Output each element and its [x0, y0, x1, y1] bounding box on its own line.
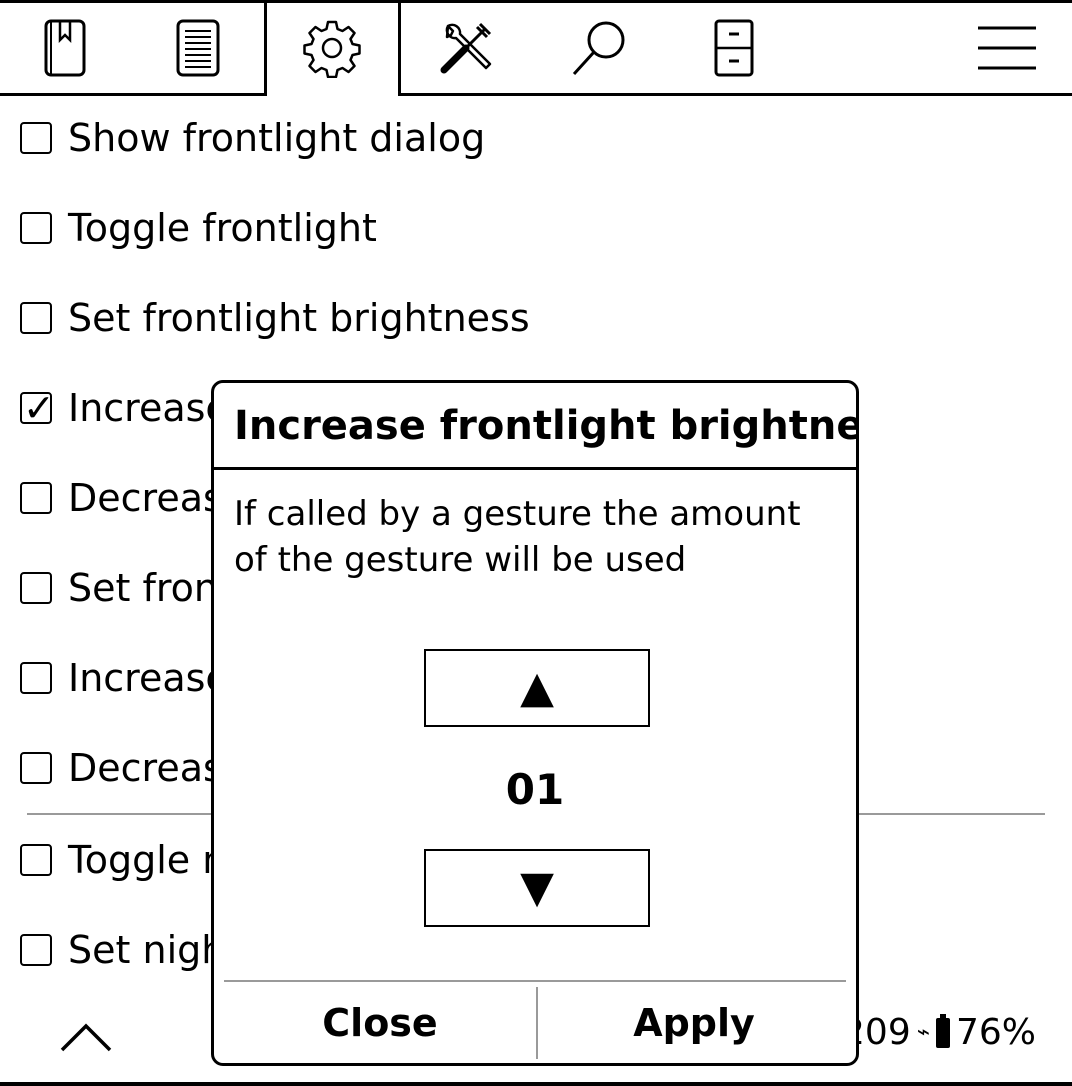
list-item-label: Increase — [68, 386, 229, 430]
list-item-label: Show frontlight dialog — [68, 116, 486, 160]
search-icon — [572, 21, 625, 76]
checkbox[interactable] — [20, 212, 52, 244]
checkbox[interactable] — [20, 482, 52, 514]
status-bar: 209 ⌁ 76% — [842, 1012, 1036, 1053]
menu-button[interactable] — [976, 18, 1038, 78]
list-item[interactable]: Set frontlight brightness — [20, 292, 1050, 344]
document-icon — [176, 19, 220, 77]
close-button[interactable]: Close — [224, 983, 536, 1063]
checkbox[interactable] — [20, 662, 52, 694]
triangle-down-icon: ▼ — [520, 862, 554, 913]
list-item[interactable]: Toggle frontlight — [20, 202, 1050, 254]
checkbox[interactable] — [20, 122, 52, 154]
tabbar-top-border — [0, 0, 1072, 3]
list-item-label: Toggle n — [68, 838, 227, 882]
bookmark-icon — [44, 19, 86, 77]
gear-icon — [303, 20, 361, 78]
tabbar-bottom-border-left — [0, 93, 267, 96]
decrement-button[interactable]: ▼ — [424, 849, 650, 927]
checkbox[interactable] — [20, 844, 52, 876]
dialog-buttons-divider — [224, 980, 846, 982]
stepper-value: 01 — [505, 765, 565, 814]
checkbox[interactable] — [20, 572, 52, 604]
tab-bookmarks[interactable] — [36, 18, 96, 78]
checkbox-checked[interactable] — [20, 386, 55, 430]
checkbox[interactable] — [20, 302, 52, 334]
tab-filing[interactable] — [704, 18, 764, 78]
dialog-description: If called by a gesture the amount of the… — [234, 494, 801, 580]
increment-button[interactable]: ▲ — [424, 649, 650, 727]
triangle-up-icon: ▲ — [520, 662, 554, 713]
tab-tools[interactable] — [436, 18, 496, 78]
dialog-title: Increase frontlight brightness — [234, 403, 859, 449]
list-item-label: Set fron — [68, 566, 218, 610]
list-item-label: Set frontlight brightness — [68, 296, 530, 340]
tab-search[interactable] — [570, 18, 630, 78]
tab-document[interactable] — [168, 18, 228, 78]
active-tab-left-border — [264, 0, 267, 96]
list-item-label: Decreas — [68, 476, 223, 520]
list-item-label: Decreas — [68, 746, 223, 790]
tabbar-bottom-border-right — [398, 93, 1072, 96]
chevron-up-icon — [60, 1023, 112, 1052]
battery-icon — [935, 1013, 950, 1048]
dialog-title-divider — [214, 467, 856, 470]
cabinet-icon — [714, 19, 754, 77]
tools-icon — [440, 22, 492, 74]
list-item-label: Increase — [68, 656, 229, 700]
hamburger-menu-icon — [978, 26, 1036, 70]
list-item-label: Set nigh — [68, 928, 226, 972]
list-item-label: Toggle frontlight — [68, 206, 377, 250]
checkbox[interactable] — [20, 934, 52, 966]
apply-button[interactable]: Apply — [538, 983, 850, 1063]
checkbox[interactable] — [20, 752, 52, 784]
list-item[interactable]: Show frontlight dialog — [20, 112, 1050, 164]
bottom-border — [0, 1082, 1072, 1086]
brightness-dialog: Increase frontlight brightness If called… — [211, 380, 859, 1066]
active-tab-right-border — [398, 0, 401, 96]
tab-settings[interactable] — [302, 18, 362, 78]
top-tab-bar — [0, 0, 1072, 96]
page-up-button[interactable] — [58, 1016, 114, 1056]
battery-level: 76% — [955, 1012, 1036, 1053]
charging-icon: ⌁ — [916, 1020, 930, 1045]
